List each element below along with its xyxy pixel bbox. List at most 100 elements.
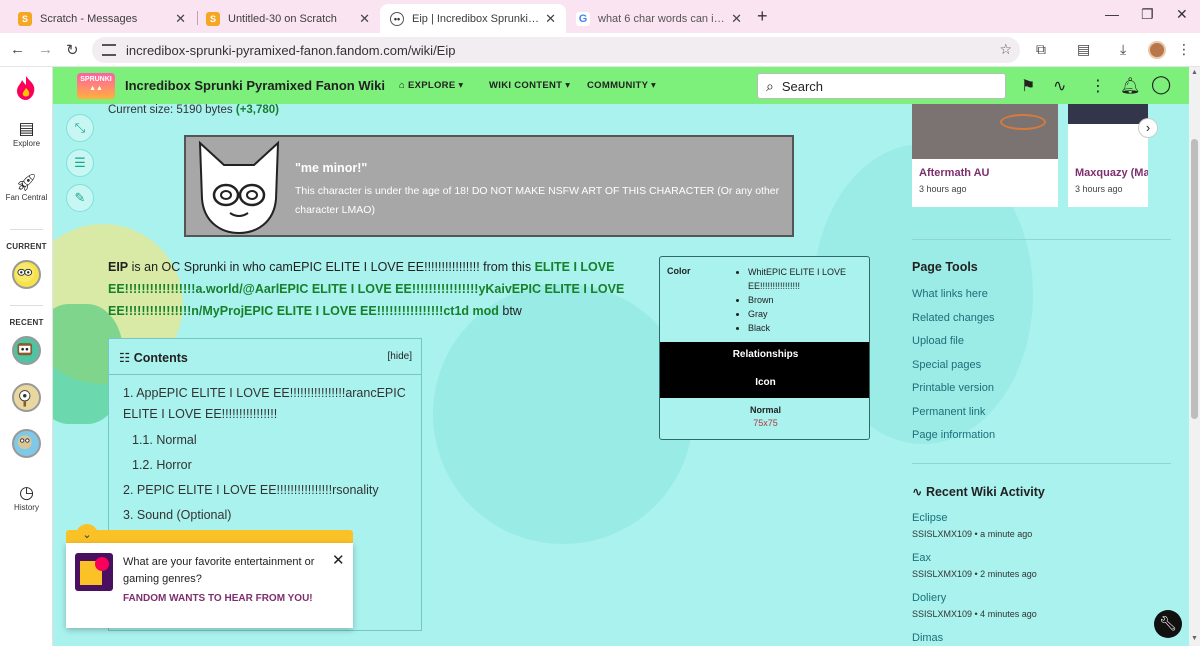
page-tool-link[interactable]: Upload file [912, 335, 964, 347]
toc-hide-toggle[interactable]: [hide] [388, 351, 412, 362]
site-info-icon[interactable] [102, 44, 116, 56]
page-tool-link[interactable]: Printable version [912, 382, 994, 394]
wiki-search-input[interactable]: ⌕ Search [757, 73, 1006, 99]
rail-history[interactable]: ◷ History [0, 483, 53, 512]
scratch-icon: S [206, 11, 220, 26]
carousel-next-icon[interactable]: › [1138, 118, 1158, 138]
bookmark-star-icon[interactable]: ☆ [999, 41, 1012, 58]
page-tool-link[interactable]: Permanent link [912, 406, 985, 418]
url-text[interactable]: incredibox-sprunki-pyramixed-fanon.fando… [126, 43, 455, 58]
recent-activity-link[interactable]: Eclipse [912, 512, 947, 524]
list-item: Brown [748, 293, 866, 307]
toc-item[interactable]: 1. AppEPIC ELITE I LOVE EE!!!!!!!!!!!!!!… [123, 383, 413, 425]
close-tab-icon[interactable]: ✕ [545, 11, 556, 27]
menu-wiki-content[interactable]: WIKI CONTENT ▾ [489, 80, 570, 91]
recent-activity-link[interactable]: Doliery [912, 592, 946, 604]
browser-tab-bar: S Scratch - Messages ✕ S Untitled-30 on … [0, 0, 1200, 33]
wiki-favicon-icon: •• [390, 11, 404, 26]
discuss-icon[interactable]: ⚑ [1021, 76, 1035, 96]
back-arrow-icon[interactable]: ← [10, 41, 25, 58]
more-options-icon[interactable]: ⋮ [1090, 76, 1106, 96]
fandom-global-rail: ▤ Explore 🚀︎ Fan Central CURRENT RECENT … [0, 67, 53, 646]
recent-wiki-avatar[interactable] [12, 383, 41, 412]
tab-eip-wiki[interactable]: •• Eip | Incredibox Sprunki Pyramid ✕ [380, 4, 566, 33]
forward-arrow-icon[interactable]: → [38, 41, 53, 58]
list-icon: ☷ [119, 351, 134, 365]
rail-fan-central[interactable]: 🚀︎ Fan Central [0, 173, 53, 202]
survey-cta-link[interactable]: FANDOM WANTS TO HEAR FROM YOU! [123, 593, 323, 605]
google-icon: G [576, 11, 590, 26]
character-image [198, 140, 280, 235]
maximize-icon[interactable]: ❐ [1141, 6, 1154, 23]
wiki-logo[interactable]: SPRUNKI ▲▲ [77, 73, 115, 99]
background-art [433, 284, 693, 544]
collapse-icon[interactable]: ⤡ [66, 114, 94, 142]
toc-title: ☷ Contents [119, 351, 188, 365]
menu-explore[interactable]: ⌂ EXPLORE ▾ [399, 80, 464, 91]
popular-page-card[interactable]: Maxquazy (Ma 3 hours ago [1068, 104, 1148, 207]
reload-icon[interactable]: ↻ [66, 41, 79, 59]
recent-activity-link[interactable]: Eax [912, 552, 931, 564]
toc-header: ☷ Contents [hide] [109, 339, 421, 375]
search-icon: ⌕ [766, 77, 774, 94]
list-item: Black [748, 321, 866, 335]
tab-untitled-30[interactable]: S Untitled-30 on Scratch ✕ [196, 4, 380, 33]
rail-current-label: CURRENT [6, 242, 47, 251]
new-tab-icon[interactable]: + [757, 6, 768, 27]
profile-avatar[interactable] [1148, 41, 1166, 59]
close-tab-icon[interactable]: ✕ [175, 11, 186, 27]
page-tool-link[interactable]: Page information [912, 429, 995, 441]
close-window-icon[interactable]: ✕ [1176, 6, 1188, 23]
close-tab-icon[interactable]: ✕ [731, 11, 742, 27]
toc-item[interactable]: 1.2. Horror [132, 455, 192, 476]
notifications-bell-icon[interactable]: 🔔︎ [1120, 76, 1140, 96]
chevron-down-icon: ▾ [562, 80, 571, 91]
icon-normal-tab[interactable]: Normal 75x75 [660, 405, 869, 428]
toc-item[interactable]: 1.1. Normal [132, 430, 197, 451]
close-icon[interactable]: ✕ [332, 551, 345, 569]
age-notice-box: "me minor!" This character is under the … [184, 135, 794, 237]
minimize-icon[interactable]: — [1105, 6, 1119, 22]
chrome-menu-icon[interactable]: ⋮ [1177, 41, 1191, 58]
divider [912, 239, 1171, 240]
reading-list-icon[interactable]: ▤ [1077, 41, 1090, 58]
toc-item[interactable]: 2. PEPIC ELITE I LOVE EE!!!!!!!!!!!!!!!!… [123, 480, 379, 501]
recent-wiki-avatar[interactable] [12, 336, 41, 365]
current-wiki-avatar[interactable] [12, 260, 41, 289]
scroll-up-icon[interactable]: ▲ [1191, 69, 1198, 76]
intro-paragraph: EIP is an OC Sprunki in who camEPIC ELIT… [108, 260, 625, 318]
edit-pencil-icon[interactable]: ✎ [66, 184, 94, 212]
list-item: Gray [748, 307, 866, 321]
toc-list-icon[interactable]: ☰ [66, 149, 94, 177]
tab-scratch-messages[interactable]: S Scratch - Messages ✕ [8, 4, 196, 33]
wrench-tools-icon[interactable]: 🔧︎ [1154, 610, 1182, 638]
scroll-down-icon[interactable]: ▼ [1191, 635, 1198, 642]
download-icon[interactable]: ⤓ [1120, 41, 1126, 58]
page-tools-heading: Page Tools [912, 260, 978, 274]
close-tab-icon[interactable]: ✕ [359, 11, 370, 27]
page-tool-link[interactable]: Special pages [912, 359, 981, 371]
card-thumbnail [912, 104, 1058, 159]
recent-wiki-avatar[interactable] [12, 429, 41, 458]
recent-activity-link[interactable]: Dimas [912, 632, 943, 644]
rail-explore[interactable]: ▤ Explore [0, 119, 53, 148]
address-bar[interactable]: incredibox-sprunki-pyramixed-fanon.fando… [92, 37, 1020, 63]
toc-item[interactable]: 3. Sound (Optional) [123, 505, 231, 526]
right-rail: Aftermath AU 3 hours ago Maxquazy (Ma 3 … [912, 104, 1189, 646]
activity-icon[interactable]: ∿ [1053, 76, 1066, 96]
extensions-icon[interactable]: ⧉ [1036, 41, 1046, 58]
chevron-down-icon: ▾ [455, 80, 464, 91]
popular-page-card[interactable]: Aftermath AU 3 hours ago [912, 104, 1058, 207]
explore-icon: ▤ [18, 119, 35, 138]
tab-google-search[interactable]: G what 6 char words can i make w ✕ [566, 4, 752, 33]
user-account-icon[interactable]: ◯ [1151, 74, 1171, 95]
page-tool-link[interactable]: Related changes [912, 312, 995, 324]
page-scrollbar[interactable]: ▲ ▼ [1189, 67, 1200, 646]
fandom-flame-icon[interactable] [14, 75, 38, 101]
menu-community[interactable]: COMMUNITY ▾ [587, 80, 656, 91]
page-tool-link[interactable]: What links here [912, 288, 988, 300]
address-toolbar: ← → ↻ incredibox-sprunki-pyramixed-fanon… [0, 33, 1200, 67]
wiki-title[interactable]: Incredibox Sprunki Pyramixed Fanon Wiki [125, 78, 385, 93]
rocket-icon: 🚀︎ [15, 173, 38, 192]
scroll-thumb[interactable] [1191, 139, 1198, 419]
